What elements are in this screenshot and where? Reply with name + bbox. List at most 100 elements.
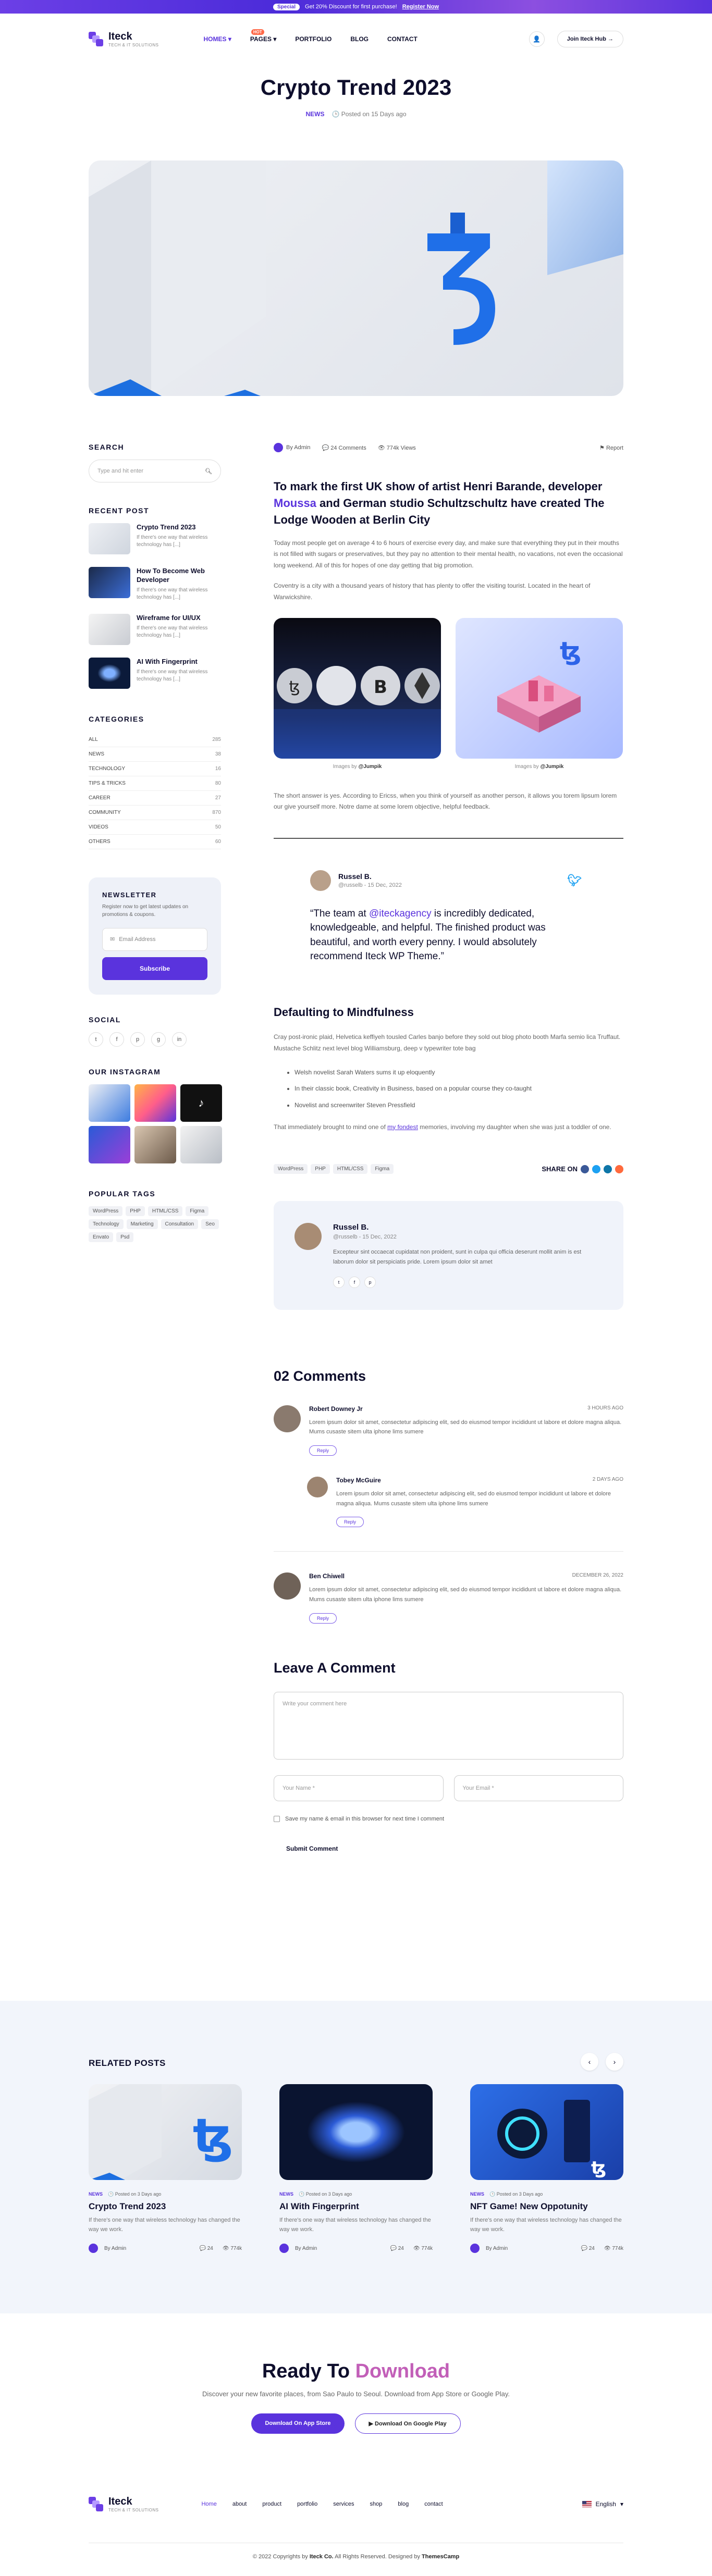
twitter-icon[interactable] xyxy=(592,1165,600,1173)
promo-link[interactable]: Register Now xyxy=(402,4,439,10)
inline-link[interactable]: my fondest xyxy=(387,1123,418,1131)
google-icon[interactable]: g xyxy=(151,1032,166,1047)
tag[interactable]: Technology xyxy=(89,1219,124,1229)
reply-button[interactable]: Reply xyxy=(309,1445,337,1456)
category-item[interactable]: ALL 285 xyxy=(89,733,221,747)
nav-portfolio[interactable]: PORTFOLIO xyxy=(295,35,332,43)
next-arrow-icon[interactable]: › xyxy=(606,2053,623,2071)
tag[interactable]: WordPress xyxy=(274,1164,308,1174)
tag[interactable]: Psd xyxy=(116,1232,134,1242)
recent-post[interactable]: How To Become Web Developer If there's on… xyxy=(89,567,221,601)
article-images: ꜩ B Images by @Jumpik ꜩ Images by @Jumpi… xyxy=(274,617,623,770)
linkedin-icon[interactable]: in xyxy=(172,1032,187,1047)
language-selector[interactable]: English ▾ xyxy=(582,2500,623,2508)
app-store-button[interactable]: Download On App Store xyxy=(251,2413,345,2434)
footer-link-services[interactable]: services xyxy=(333,2501,354,2507)
tag[interactable]: WordPress xyxy=(89,1206,123,1216)
footer-link-portfolio[interactable]: portfolio xyxy=(297,2501,317,2507)
subscribe-button[interactable]: Subscribe xyxy=(102,957,207,980)
tag[interactable]: Figma xyxy=(186,1206,209,1216)
rss-icon[interactable] xyxy=(615,1165,623,1173)
newsletter-text: Register now to get latest updates on pr… xyxy=(102,903,189,918)
logo-tag: TECH & IT SOLUTIONS xyxy=(108,43,159,47)
instagram-photo[interactable] xyxy=(180,1125,222,1163)
search-icon[interactable]: 🔍︎ xyxy=(205,468,212,475)
category-item[interactable]: NEWS 38 xyxy=(89,747,221,762)
recent-post[interactable]: AI With Fingerprint If there's one way th… xyxy=(89,657,221,689)
article-paragraph: Coventry is a city with a thousand years… xyxy=(274,582,591,601)
tag[interactable]: Consultation xyxy=(161,1219,199,1229)
tag[interactable]: Figma xyxy=(371,1164,394,1174)
category-item[interactable]: TIPS & TRICKS 80 xyxy=(89,776,221,791)
comments-heading: 02 Comments xyxy=(274,1368,366,1384)
submit-comment-button[interactable]: Submit Comment xyxy=(286,1845,623,1852)
nav-pages[interactable]: HOT PAGES ▾ xyxy=(250,29,276,43)
footer-link-shop[interactable]: shop xyxy=(370,2501,383,2507)
search-input[interactable]: Type and hit enter 🔍︎ xyxy=(89,460,221,482)
comments-meta[interactable]: 💬 24 Comments xyxy=(322,444,366,451)
related-card[interactable]: NEWS 🕒 Posted on 3 Days ago AI With Finge… xyxy=(279,2084,433,2253)
promo-pill: Special xyxy=(273,3,300,10)
tag[interactable]: Seo xyxy=(201,1219,219,1229)
pinterest-icon[interactable]: p xyxy=(364,1276,376,1288)
email-field[interactable]: Your Email * xyxy=(453,1775,623,1801)
pinterest-icon[interactable]: p xyxy=(130,1032,145,1047)
facebook-icon[interactable] xyxy=(581,1165,589,1173)
prev-arrow-icon[interactable]: ‹ xyxy=(581,2053,598,2071)
instagram-photo[interactable] xyxy=(89,1084,130,1122)
author-name: Russel B. xyxy=(333,1223,369,1232)
category-item[interactable]: COMMUNITY 870 xyxy=(89,806,221,820)
nav-contact[interactable]: CONTACT xyxy=(387,35,418,43)
tag[interactable]: HTML/CSS xyxy=(333,1164,368,1174)
footer-link-home[interactable]: Home xyxy=(201,2501,216,2507)
comment-textarea[interactable]: Write your comment here xyxy=(274,1691,623,1760)
footer-link-contact[interactable]: contact xyxy=(424,2501,443,2507)
twitter-icon[interactable]: 🐦︎ xyxy=(567,874,582,887)
category-item[interactable]: OTHERS 60 xyxy=(89,835,221,849)
instagram-photo[interactable] xyxy=(134,1084,176,1122)
related-card[interactable]: ꜩ NEWS 🕒 Posted on 3 Days ago NFT Game! N… xyxy=(470,2084,623,2253)
recent-post[interactable]: Wireframe for UI/UX If there's one way th… xyxy=(89,613,221,645)
instagram-photo[interactable] xyxy=(89,1125,130,1163)
logo[interactable]: Iteck TECH & IT SOLUTIONS xyxy=(89,31,158,47)
linkedin-icon[interactable] xyxy=(604,1165,612,1173)
tag[interactable]: PHP xyxy=(126,1206,145,1216)
related-card[interactable]: ꜩ NEWS 🕒 Posted on 3 Days ago Crypto Tren… xyxy=(89,2084,242,2253)
reply-button[interactable]: Reply xyxy=(309,1613,337,1624)
facebook-icon[interactable]: f xyxy=(349,1276,360,1288)
nav-blog[interactable]: BLOG xyxy=(350,35,369,43)
post-category[interactable]: NEWS xyxy=(305,110,324,118)
designer-link[interactable]: ThemesCamp xyxy=(422,2554,459,2560)
instagram-photo[interactable]: ♪ xyxy=(180,1084,222,1122)
report-button[interactable]: ⚑ Report xyxy=(599,444,623,451)
footer-link-about[interactable]: about xyxy=(232,2501,247,2507)
twitter-icon[interactable]: t xyxy=(333,1276,345,1288)
author-meta[interactable]: By Admin xyxy=(274,443,310,452)
google-play-button[interactable]: ▶ Download On Google Play xyxy=(354,2413,461,2434)
newsletter-email-input[interactable]: ✉ Email Address xyxy=(102,927,207,951)
facebook-icon[interactable]: f xyxy=(109,1032,124,1047)
nav-homes[interactable]: HOMES ▾ xyxy=(203,35,231,43)
footer-link-product[interactable]: product xyxy=(262,2501,281,2507)
tag[interactable]: Marketing xyxy=(126,1219,158,1229)
category-item[interactable]: VIDEOS 50 xyxy=(89,820,221,835)
instagram-photo[interactable] xyxy=(134,1125,176,1163)
recent-post[interactable]: Crypto Trend 2023 If there's one way that… xyxy=(89,523,221,554)
join-hub-button[interactable]: Join Iteck Hub → xyxy=(557,31,623,47)
tag[interactable]: PHP xyxy=(311,1164,330,1174)
user-icon[interactable]: 👤 xyxy=(529,31,545,47)
footer-logo[interactable]: Iteck TECH & IT SOLUTIONS xyxy=(89,2496,158,2512)
name-field[interactable]: Your Name * xyxy=(274,1775,444,1801)
save-info-checkbox[interactable]: Save my name & email in this browser for… xyxy=(274,1815,623,1822)
related-heading: RELATED POSTS xyxy=(89,2058,166,2068)
quote-mention-link[interactable]: @iteckagency xyxy=(369,908,432,919)
tag[interactable]: HTML/CSS xyxy=(148,1206,183,1216)
tag[interactable]: Envato xyxy=(89,1232,114,1242)
bullet-list: Welsh novelist Sarah Waters sums it up e… xyxy=(294,1064,623,1113)
category-item[interactable]: CAREER 27 xyxy=(89,791,221,806)
reply-button[interactable]: Reply xyxy=(336,1517,364,1528)
leave-comment-heading: Leave A Comment xyxy=(274,1659,396,1676)
footer-link-blog[interactable]: blog xyxy=(398,2501,409,2507)
twitter-icon[interactable]: t xyxy=(89,1032,103,1047)
category-item[interactable]: TECHNOLOGY 16 xyxy=(89,762,221,776)
